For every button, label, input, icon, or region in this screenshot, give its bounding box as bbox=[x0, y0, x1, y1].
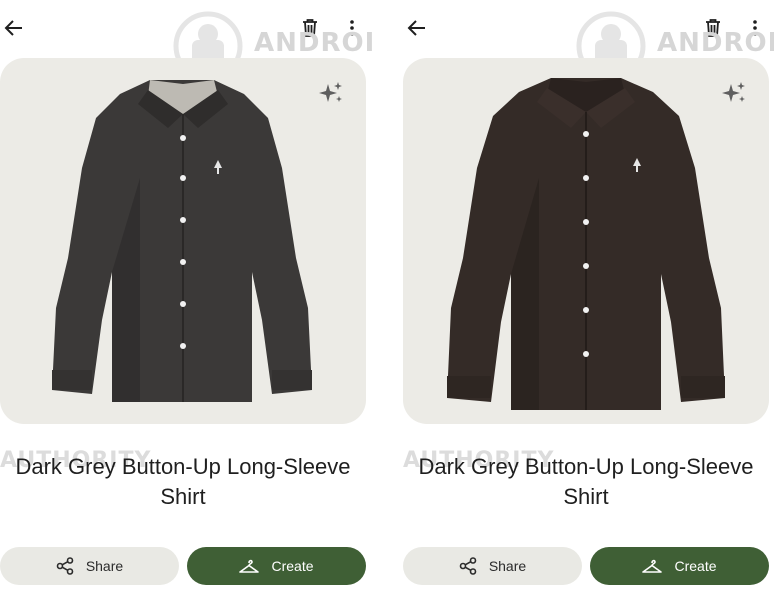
sparkle-icon bbox=[319, 82, 342, 102]
share-icon bbox=[459, 557, 477, 575]
share-button[interactable]: Share bbox=[0, 547, 179, 585]
shirt-image bbox=[447, 78, 725, 410]
back-button[interactable] bbox=[2, 16, 26, 40]
shirt-image bbox=[52, 80, 312, 402]
left-panel: ANDROID AUTHORITY Dark Grey Button-Up Lo… bbox=[0, 0, 372, 593]
product-title: Dark Grey Button-Up Long-Sleeve Shirt bbox=[15, 454, 351, 509]
share-label: Share bbox=[85, 558, 124, 574]
product-title: Dark Grey Button-Up Long-Sleeve Shirt bbox=[418, 454, 754, 509]
share-button[interactable]: Share bbox=[403, 547, 582, 585]
product-image-card[interactable] bbox=[403, 58, 769, 424]
watermark-brand-top: ANDROID bbox=[657, 28, 774, 58]
create-label: Create bbox=[674, 558, 717, 574]
watermark-brand-top: ANDROID bbox=[254, 28, 372, 58]
back-button[interactable] bbox=[405, 16, 429, 40]
enhance-button[interactable] bbox=[721, 80, 747, 106]
enhance-button[interactable] bbox=[318, 80, 344, 106]
sparkle-icon bbox=[722, 82, 745, 102]
create-label: Create bbox=[271, 558, 314, 574]
create-button[interactable]: Create bbox=[187, 547, 366, 585]
create-button[interactable]: Create bbox=[590, 547, 769, 585]
hanger-icon bbox=[239, 559, 260, 573]
arrow-left-icon bbox=[4, 20, 22, 36]
hanger-icon bbox=[642, 559, 663, 573]
product-image-card[interactable] bbox=[0, 58, 366, 424]
right-panel: ANDROID AUTHORITY Dark Grey Button-Up Lo… bbox=[403, 0, 774, 593]
share-label: Share bbox=[488, 558, 527, 574]
share-icon bbox=[56, 557, 74, 575]
arrow-left-icon bbox=[407, 20, 425, 36]
